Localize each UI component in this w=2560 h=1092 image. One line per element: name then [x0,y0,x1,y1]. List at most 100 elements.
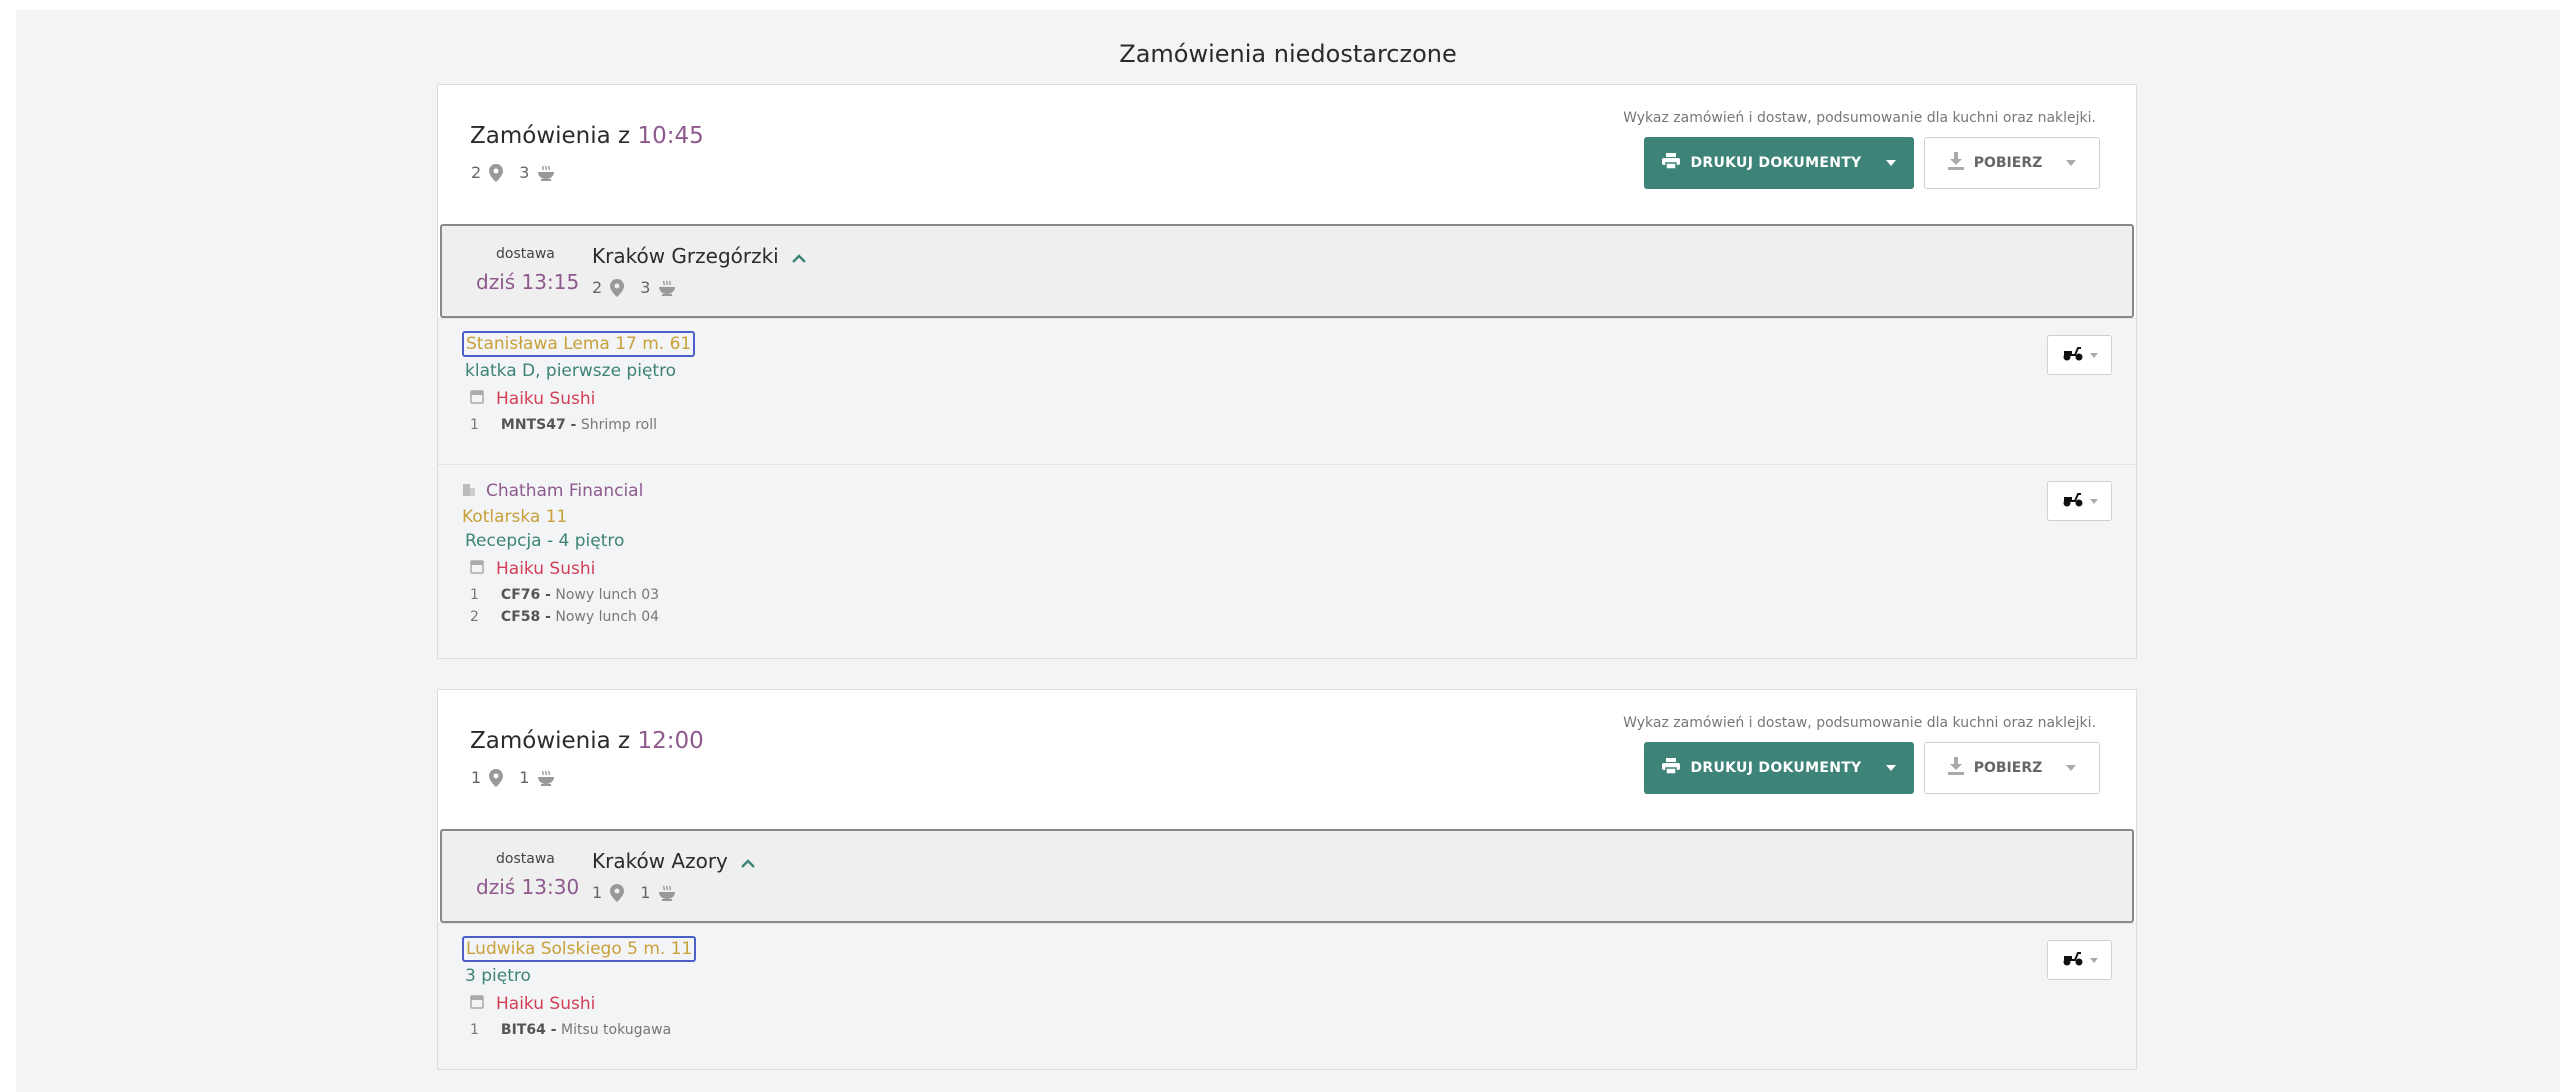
map-pin-icon [610,883,625,902]
printer-icon [1662,758,1681,778]
delivery-city: Kraków Grzegórzki [592,244,807,268]
delivery-time: dziś 13:30 [476,875,580,899]
batch-title-prefix: Zamówienia z [470,123,631,149]
scooter-icon [2062,491,2084,511]
order-restaurant: Haiku Sushi [470,559,2136,579]
delivery-group[interactable]: dostawa dziś 13:15 Kraków Grzegórzki 2 3 [440,224,2134,318]
download-button[interactable]: POBIERZ [1924,137,2100,189]
print-documents-label: DRUKUJ DOKUMENTY [1690,155,1862,171]
download-icon [1947,152,1964,174]
building-icon [462,481,476,501]
item-name: Mitsu tokugawa [560,1022,672,1038]
order-company: Chatham Financial [462,481,2136,501]
delivery-time: dziś 13:15 [476,270,580,294]
map-pin-icon [489,163,504,182]
meal-count: 3 [519,163,530,182]
delivery-city-name: Kraków Azory [592,849,728,873]
chevron-down-icon [2089,352,2098,358]
location-count: 1 [471,768,482,787]
order-address[interactable]: Stanisława Lema 17 m. 61 [462,331,696,357]
map-pin-icon [489,768,504,787]
order-note: Recepcja - 4 piętro [465,531,625,551]
item-name: Shrimp roll [580,417,658,433]
chevron-down-icon [1885,765,1896,771]
page-title: Zamówienia niedostarczone [1119,40,1457,68]
item-qty: 1 [470,417,479,433]
item-name: Nowy lunch 04 [555,609,660,625]
order-item: 1 CF76 - Nowy lunch 03 [470,587,2136,603]
store-icon [470,559,484,579]
download-button[interactable]: POBIERZ [1924,742,2100,794]
order-item: 1 BIT64 - Mitsu tokugawa [470,1022,2136,1038]
location-count: 1 [592,883,603,902]
assign-courier-button[interactable] [2047,481,2112,521]
delivery-label: dostawa [496,246,555,262]
order-batch: Zamówienia z 12:00 1 1 Wykaz zamówień i … [437,689,2137,1070]
batch-header: Zamówienia z 10:45 2 3 Wykaz zamówień i … [438,85,2136,224]
batch-description: Wykaz zamówień i dostaw, podsumowanie dl… [1623,110,2096,126]
meal-count: 1 [519,768,530,787]
order-item: 1 MNTS47 - Shrimp roll [470,417,2136,433]
meal-count: 3 [640,278,651,297]
item-qty: 1 [470,587,479,603]
chevron-up-icon[interactable] [740,849,756,873]
chevron-down-icon [2089,498,2098,504]
chevron-down-icon [2089,957,2098,963]
item-qty: 2 [470,609,479,625]
batch-title: Zamówienia z 10:45 [470,123,704,149]
item-qty: 1 [470,1022,479,1038]
assign-courier-button[interactable] [2047,940,2112,980]
order-address[interactable]: Kotlarska 11 [462,507,567,527]
batch-title-prefix: Zamówienia z [470,728,631,754]
item-code: BIT64 - [500,1022,557,1038]
order-card: Chatham Financial Kotlarska 11 Recepcja … [438,464,2136,658]
location-count: 2 [592,278,603,297]
batch-time: 10:45 [637,123,704,149]
order-restaurant: Haiku Sushi [470,994,2136,1014]
download-icon [1947,757,1964,779]
chevron-up-icon[interactable] [791,244,807,268]
page: Zamówienia niedostarczone Zamówienia z 1… [16,10,2560,1092]
location-count: 2 [471,163,482,182]
batch-counts: 1 1 [471,768,565,787]
map-pin-icon [610,278,625,297]
chevron-down-icon [1885,160,1896,166]
delivery-group[interactable]: dostawa dziś 13:30 Kraków Azory 1 1 [440,829,2134,923]
batch-description: Wykaz zamówień i dostaw, podsumowanie dl… [1623,715,2096,731]
order-address[interactable]: Ludwika Solskiego 5 m. 11 [462,936,697,962]
meal-bowl-icon [537,770,555,786]
restaurant-name: Haiku Sushi [496,559,596,579]
order-batch: Zamówienia z 10:45 2 3 Wykaz zamówień i … [437,84,2137,659]
store-icon [470,994,484,1014]
item-code: CF58 - [500,609,551,625]
delivery-counts: 2 3 [592,278,686,297]
print-documents-button[interactable]: DRUKUJ DOKUMENTY [1644,742,1914,794]
scooter-icon [2062,345,2084,365]
order-note: 3 piętro [465,966,531,986]
meal-count: 1 [640,883,651,902]
chevron-down-icon [2066,765,2077,771]
assign-courier-button[interactable] [2047,335,2112,375]
order-item: 2 CF58 - Nowy lunch 04 [470,609,2136,625]
meal-bowl-icon [658,885,676,901]
scooter-icon [2062,950,2084,970]
item-code: CF76 - [500,587,551,603]
print-documents-label: DRUKUJ DOKUMENTY [1690,760,1862,776]
download-label: POBIERZ [1973,760,2043,776]
order-note: klatka D, pierwsze piętro [465,361,677,381]
store-icon [470,389,484,409]
company-name: Chatham Financial [486,481,644,501]
printer-icon [1662,153,1681,173]
restaurant-name: Haiku Sushi [496,389,596,409]
delivery-city: Kraków Azory [592,849,756,873]
batch-counts: 2 3 [471,163,565,182]
order-card: Stanisława Lema 17 m. 61 klatka D, pierw… [438,318,2136,464]
delivery-city-name: Kraków Grzegórzki [592,244,779,268]
meal-bowl-icon [537,165,555,181]
delivery-label: dostawa [496,851,555,867]
item-name: Nowy lunch 03 [555,587,660,603]
print-documents-button[interactable]: DRUKUJ DOKUMENTY [1644,137,1914,189]
item-code: MNTS47 - [500,417,577,433]
batch-title: Zamówienia z 12:00 [470,728,704,754]
meal-bowl-icon [658,280,676,296]
